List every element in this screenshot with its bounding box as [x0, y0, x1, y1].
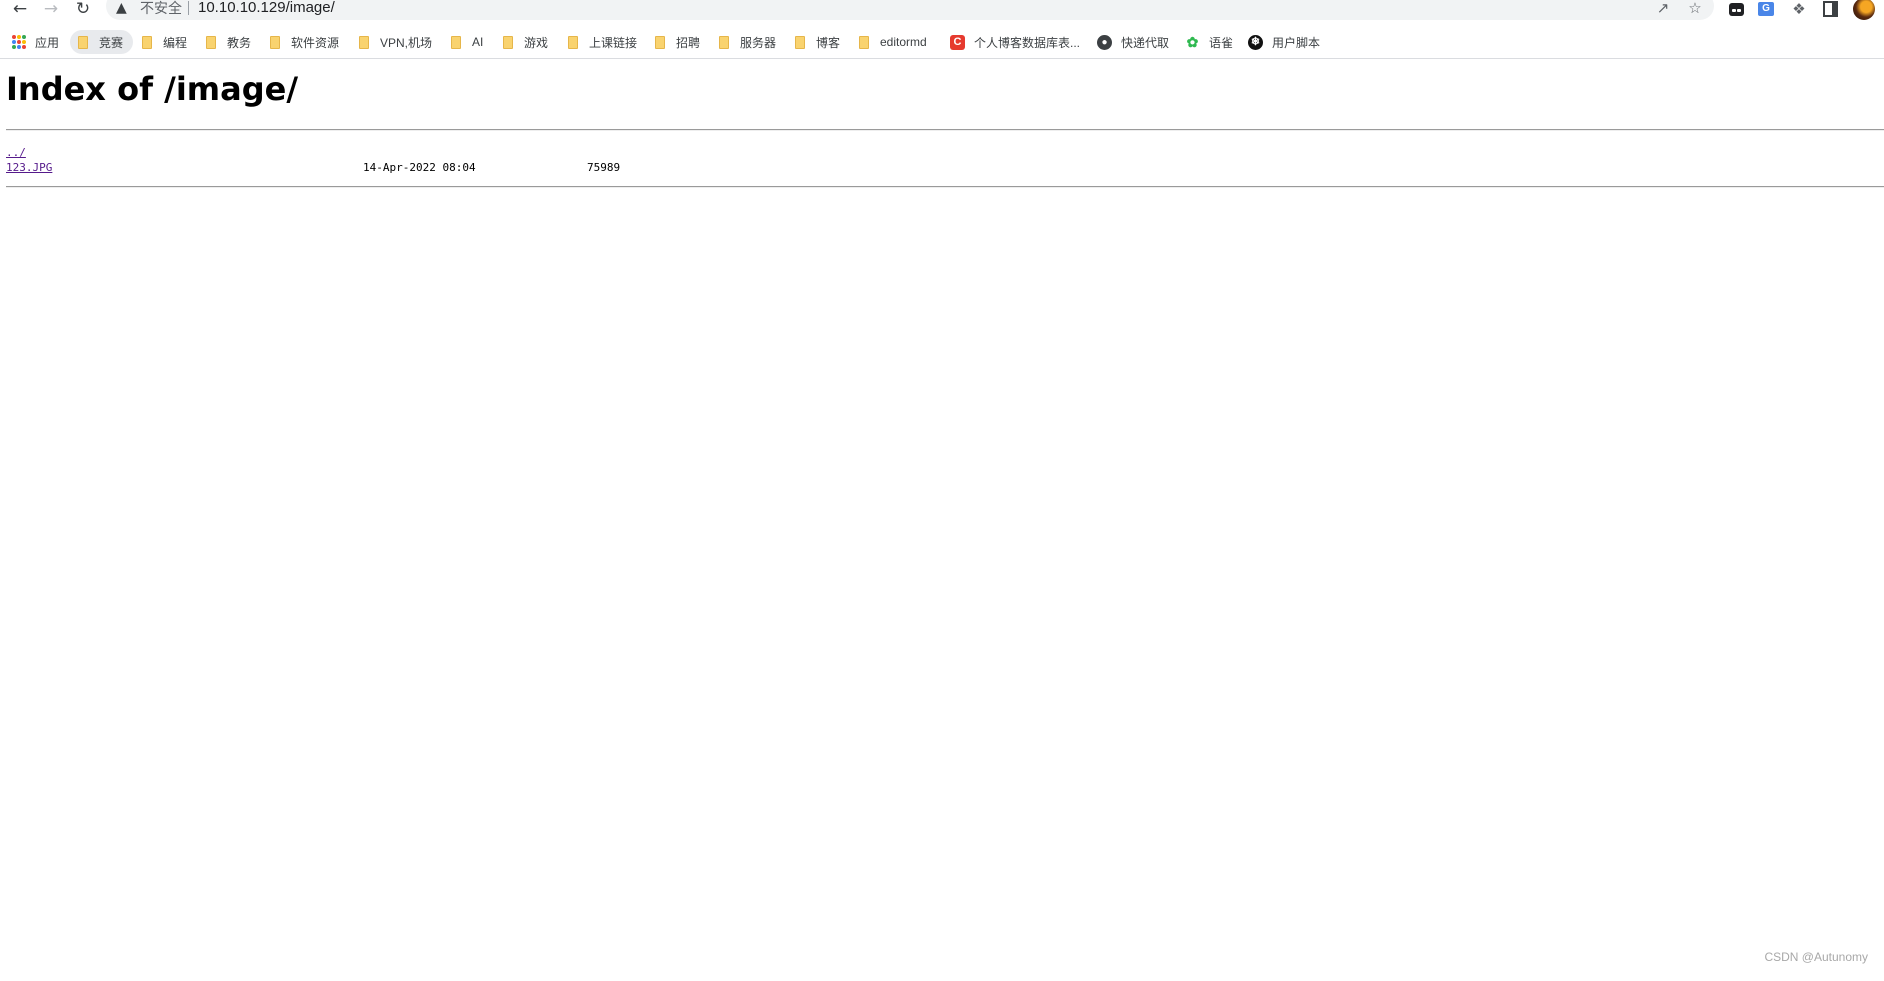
toolbar-divider	[0, 58, 1884, 59]
ghost-extension-icon[interactable]	[1726, 0, 1746, 18]
folder-icon	[451, 35, 461, 49]
apps-grid-icon	[12, 35, 26, 49]
share-icon[interactable]: ↗	[1654, 0, 1672, 16]
bookmark-folder-software[interactable]: 软件资源	[270, 30, 339, 54]
translate-extension-icon[interactable]: G	[1756, 0, 1776, 18]
bookmark-apps[interactable]: 应用	[12, 30, 59, 54]
warning-icon[interactable]: ▲	[116, 0, 132, 16]
bookmark-label: AI	[472, 35, 484, 49]
bookmark-label: editormd	[880, 35, 927, 49]
bookmark-label: 竞赛	[99, 35, 124, 50]
folder-icon	[795, 35, 805, 49]
bookmark-label: 用户脚本	[1272, 35, 1321, 50]
parent-directory-link[interactable]: ../	[6, 146, 26, 159]
puzzle-extensions-icon[interactable]: ❖	[1789, 0, 1809, 18]
bookmark-label: 应用	[35, 35, 60, 50]
bookmark-userscripts[interactable]: ❄ 用户脚本	[1248, 30, 1320, 54]
bookmark-label: 快递代取	[1121, 35, 1170, 50]
reload-icon[interactable]: ↻	[71, 0, 95, 19]
folder-icon	[859, 35, 869, 49]
avatar[interactable]	[1853, 0, 1875, 20]
tampermonkey-icon: ❄	[1248, 34, 1263, 50]
bookmark-label: 编程	[163, 35, 188, 50]
bookmark-folder-games[interactable]: 游戏	[503, 30, 548, 54]
address-bar[interactable]: ▲ 不安全 10.10.10.129/image/ ↗ ☆	[106, 0, 1714, 20]
bookmark-folder-contest[interactable]: 竞赛	[70, 30, 134, 54]
file-size: 75989	[587, 161, 621, 174]
globe-icon: ●	[1097, 34, 1112, 50]
bookmark-yuque[interactable]: ✿ 语雀	[1185, 30, 1233, 54]
folder-icon	[78, 35, 88, 49]
bookmark-label: 服务器	[740, 35, 777, 50]
bookmarks-bar: 应用 竞赛 编程 教务 软件资源 VPN,机场 AI 游戏 上课链接 招聘 服务…	[0, 28, 1884, 56]
folder-icon	[719, 35, 729, 49]
bookmark-folder-class-links[interactable]: 上课链接	[568, 30, 637, 54]
forward-arrow-icon[interactable]: →	[39, 0, 63, 19]
bookmark-folder-ai[interactable]: AI	[451, 30, 483, 54]
file-date: 14-Apr-2022 08:04	[363, 161, 476, 174]
bookmark-folder-vpn[interactable]: VPN,机场	[359, 30, 432, 54]
file-link[interactable]: 123.JPG	[6, 161, 52, 174]
folder-icon	[503, 35, 513, 49]
security-label[interactable]: 不安全	[140, 0, 182, 16]
bookmark-label: 博客	[816, 35, 841, 50]
bookmark-label: 语雀	[1209, 35, 1234, 50]
browser-toolbar: ← → ↻ ▲ 不安全 10.10.10.129/image/ ↗ ☆ G ❖	[0, 0, 1884, 20]
folder-icon	[568, 35, 578, 49]
bookmark-folder-academic[interactable]: 教务	[206, 30, 251, 54]
folder-icon	[142, 35, 152, 49]
bookmark-folder-blog[interactable]: 博客	[795, 30, 840, 54]
folder-icon	[359, 35, 369, 49]
watermark-text: CSDN @Autunomy	[1764, 950, 1868, 964]
folder-icon	[206, 35, 216, 49]
bookmark-express[interactable]: ● 快递代取	[1097, 30, 1169, 54]
star-icon[interactable]: ☆	[1686, 0, 1704, 16]
csdn-c-icon: C	[950, 34, 965, 50]
list-item: ../	[6, 145, 806, 160]
back-arrow-icon[interactable]: ←	[8, 0, 32, 19]
omnibox-divider	[188, 1, 189, 15]
bookmark-folder-programming[interactable]: 编程	[142, 30, 187, 54]
bookmark-label: 游戏	[524, 35, 549, 50]
bookmark-folder-jobs[interactable]: 招聘	[655, 30, 700, 54]
bookmark-label: VPN,机场	[380, 35, 433, 50]
bookmark-label: 教务	[227, 35, 252, 50]
bookmark-label: 软件资源	[291, 35, 340, 50]
yuque-icon: ✿	[1186, 33, 1199, 50]
bookmark-folder-editormd[interactable]: editormd	[859, 30, 927, 54]
side-panel-icon[interactable]	[1820, 0, 1840, 18]
bookmark-label: 个人博客数据库表...	[974, 35, 1081, 50]
bookmark-label: 招聘	[676, 35, 701, 50]
divider-bottom	[6, 186, 1884, 188]
folder-icon	[270, 35, 280, 49]
page-title: Index of /image/	[6, 70, 299, 108]
bookmark-folder-servers[interactable]: 服务器	[719, 30, 776, 54]
file-listing: ../ 123.JPG 14-Apr-2022 08:04 75989	[6, 145, 806, 175]
bookmark-blog-db[interactable]: C 个人博客数据库表...	[950, 30, 1080, 54]
url-text[interactable]: 10.10.10.129/image/	[198, 0, 335, 16]
folder-icon	[655, 35, 665, 49]
list-item: 123.JPG 14-Apr-2022 08:04 75989	[6, 160, 806, 175]
divider-top	[6, 129, 1884, 131]
bookmark-label: 上课链接	[589, 35, 638, 50]
